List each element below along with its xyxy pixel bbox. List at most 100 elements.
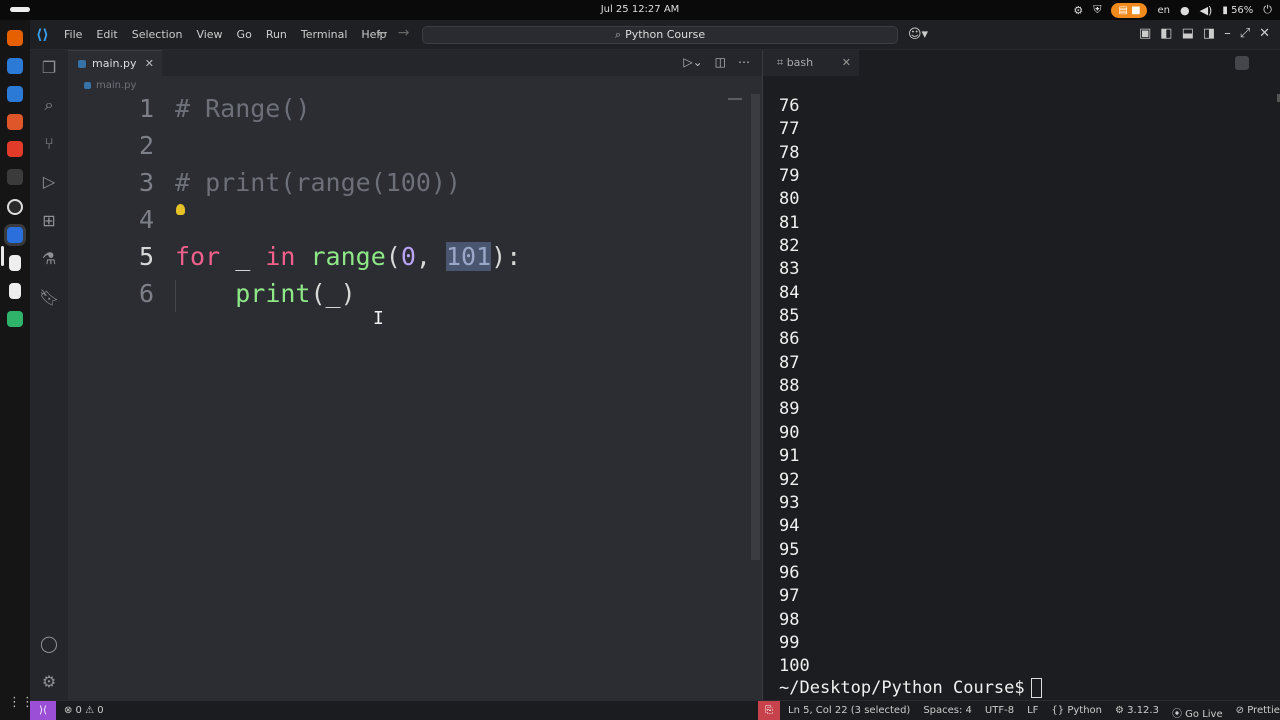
terminal-line: 82 bbox=[779, 236, 800, 257]
testing-icon[interactable]: ⚗ bbox=[39, 249, 59, 269]
editor-group: main.py ✕ ▷⌄ ◫ ⋯ main.py 1 # Range() 2 3 # p… bbox=[68, 50, 762, 700]
terminal-line: 77 bbox=[779, 119, 800, 140]
terminal-line: 93 bbox=[779, 492, 800, 513]
system-top-bar: Jul 25 12:27 AM ⚙ ⛨ ▤ ■ en ● ◀) ▮ 56% ⏻ bbox=[0, 0, 1280, 20]
menu-file[interactable]: File bbox=[64, 28, 82, 41]
minimize-icon[interactable]: – bbox=[1224, 26, 1231, 41]
restore-icon[interactable]: ⤢ bbox=[1240, 26, 1250, 41]
bell-alert-icon[interactable]: ⎘ bbox=[758, 701, 780, 720]
power-icon[interactable]: ⏻ bbox=[1263, 3, 1272, 17]
copilot-icon[interactable]: ☺▾ bbox=[908, 27, 928, 42]
dock-calculator-icon[interactable] bbox=[7, 311, 23, 327]
dock-vscode-icon[interactable] bbox=[7, 227, 23, 243]
language-indicator[interactable]: en bbox=[1157, 5, 1170, 16]
command-center[interactable]: ⌕ Python Course bbox=[422, 26, 898, 44]
dock-brave-icon[interactable] bbox=[7, 141, 23, 157]
close-window-icon[interactable]: ✕ bbox=[1259, 26, 1270, 41]
code-line[interactable]: 6 print(_) bbox=[68, 279, 748, 316]
terminal-line: 94 bbox=[779, 516, 800, 537]
code-token: 101 bbox=[445, 242, 492, 271]
terminal-line: 87 bbox=[779, 352, 800, 373]
toggle-panel-icon[interactable]: ⬓ bbox=[1182, 26, 1194, 41]
python-interpreter[interactable]: ⚙ 3.12.3 bbox=[1115, 705, 1159, 720]
account-icon[interactable]: ◯ bbox=[39, 634, 59, 654]
bookmarks-icon[interactable]: 🔖︎ bbox=[39, 288, 59, 308]
menu-run[interactable]: Run bbox=[266, 28, 287, 41]
dock-text-editor-icon[interactable] bbox=[7, 86, 23, 102]
code-line[interactable]: 5 for _ in range(0, 101): bbox=[68, 242, 748, 279]
toggle-sidebar-icon[interactable]: ◧ bbox=[1160, 26, 1172, 41]
editor-scrollbar[interactable] bbox=[751, 94, 760, 560]
encoding[interactable]: UTF-8 bbox=[985, 705, 1014, 720]
split-editor-icon[interactable]: ◫ bbox=[715, 55, 726, 69]
python-icon: ⚙ bbox=[1115, 705, 1124, 716]
mic-icon: ● bbox=[1179, 3, 1190, 17]
close-icon[interactable]: ✕ bbox=[145, 51, 154, 77]
menu-view[interactable]: View bbox=[196, 28, 222, 41]
menu-terminal[interactable]: Terminal bbox=[301, 28, 348, 41]
toggle-secondary-sidebar-icon[interactable]: ◨ bbox=[1203, 26, 1215, 41]
end-of-line[interactable]: LF bbox=[1027, 705, 1038, 720]
terminal-output[interactable]: 76 77 78 79 80 81 82 83 84 85 86 87 88 89 90 91 92 93 94 95… bbox=[779, 95, 810, 679]
terminal-line: 89 bbox=[779, 399, 800, 420]
go-live-button[interactable]: ⦿ Go Live bbox=[1172, 705, 1223, 720]
dock-files-icon[interactable] bbox=[7, 58, 23, 74]
code-line[interactable]: 3 # print(range(100)) bbox=[68, 168, 748, 205]
code-line[interactable]: 2 bbox=[68, 131, 748, 168]
lock-icon[interactable] bbox=[1235, 56, 1249, 70]
language-mode[interactable]: {} Python bbox=[1051, 705, 1102, 720]
indentation[interactable]: Spaces: 4 bbox=[923, 705, 972, 720]
close-icon[interactable]: ✕ bbox=[842, 50, 851, 76]
prettier-status[interactable]: ⊘ Prettier bbox=[1236, 705, 1280, 720]
source-control-icon[interactable]: ⑂ bbox=[39, 134, 59, 154]
dock-terminal-icon[interactable] bbox=[7, 169, 23, 185]
navigation: ← → bbox=[376, 25, 419, 41]
terminal-line: 81 bbox=[779, 212, 800, 233]
customize-layout-icon[interactable]: ▣ bbox=[1139, 26, 1151, 41]
status-items: Ln 5, Col 22 (3 selected) Spaces: 4 UTF-… bbox=[788, 705, 1280, 720]
keyboard-icon[interactable]: ▤ ■ bbox=[1111, 2, 1148, 18]
dock-firefox-icon[interactable] bbox=[7, 30, 23, 46]
back-arrow-icon[interactable]: ← bbox=[376, 25, 388, 41]
tab-bash[interactable]: ⌗ bash ✕ bbox=[763, 50, 859, 76]
dock-document-icon[interactable] bbox=[9, 283, 21, 299]
terminal-line: 97 bbox=[779, 586, 800, 607]
explorer-icon[interactable]: ❐ bbox=[39, 58, 59, 78]
forward-arrow-icon[interactable]: → bbox=[398, 25, 410, 41]
dock-obs-icon[interactable] bbox=[7, 199, 23, 215]
code-token: # Range() bbox=[175, 94, 311, 123]
dock-app-store-icon[interactable] bbox=[7, 114, 23, 130]
more-actions-icon[interactable]: ⋯ bbox=[738, 55, 750, 69]
dock-document-icon[interactable] bbox=[9, 255, 21, 271]
remote-icon[interactable]: ⟩⟨ bbox=[30, 701, 56, 720]
status-bar: ⟩⟨ ⊗ 0 ⚠ 0 ⎘ Ln 5, Col 22 (3 selected) S… bbox=[30, 700, 1280, 720]
tab-label: main.py bbox=[92, 57, 137, 70]
menu-go[interactable]: Go bbox=[237, 28, 252, 41]
line-number: 2 bbox=[138, 131, 154, 160]
python-file-icon bbox=[78, 60, 86, 68]
problems-indicator[interactable]: ⊗ 0 ⚠ 0 bbox=[64, 705, 104, 716]
code-line[interactable]: 1 # Range() bbox=[68, 94, 748, 131]
app-grid-icon[interactable]: ⋮⋮ bbox=[8, 696, 34, 710]
tab-main-py[interactable]: main.py ✕ bbox=[68, 50, 162, 76]
active-app-indicator bbox=[1, 246, 4, 266]
lightbulb-icon[interactable] bbox=[176, 204, 185, 215]
breadcrumb[interactable]: main.py bbox=[84, 80, 136, 91]
run-python-icon[interactable]: ▷⌄ bbox=[683, 55, 702, 69]
run-debug-icon[interactable]: ▷ bbox=[39, 172, 59, 192]
shield-icon[interactable]: ⛨ bbox=[1093, 3, 1101, 17]
breadcrumb-file: main.py bbox=[96, 80, 137, 91]
code-line[interactable]: 4 bbox=[68, 205, 748, 242]
extensions-icon[interactable]: ⊞ bbox=[39, 211, 59, 231]
menu-selection[interactable]: Selection bbox=[132, 28, 183, 41]
terminal-panel: ⌗ bash ✕ 76 77 78 79 80 81 82 83 84 85 86 87 88 89 90 9… bbox=[762, 50, 1280, 700]
search-icon[interactable]: ⌕ bbox=[39, 95, 59, 115]
system-tray[interactable]: ⚙ ⛨ ▤ ■ en ● ◀) ▮ 56% ⏻ bbox=[1073, 2, 1272, 18]
cursor-position[interactable]: Ln 5, Col 22 (3 selected) bbox=[788, 705, 910, 720]
terminal-line: 79 bbox=[779, 166, 800, 187]
menu-edit[interactable]: Edit bbox=[96, 28, 117, 41]
minimap[interactable] bbox=[728, 98, 742, 100]
settings-icon[interactable]: ⚙ bbox=[1073, 4, 1083, 17]
manage-gear-icon[interactable]: ⚙ bbox=[39, 672, 59, 692]
terminal-prompt[interactable]: ~/Desktop/Python Course$ bbox=[779, 678, 1042, 698]
